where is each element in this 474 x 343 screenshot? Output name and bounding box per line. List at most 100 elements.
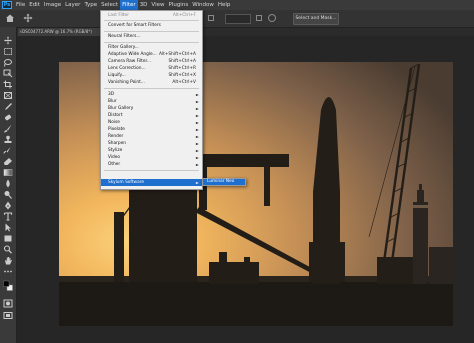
menu-item-label: Convert for Smart Filters bbox=[108, 23, 161, 28]
submenu-arrow-icon: ► bbox=[195, 127, 199, 132]
menu-item-skylum-software[interactable]: Skylum Software ► bbox=[101, 179, 202, 186]
menu-item-shortcut: Shift+Ctrl+R bbox=[168, 66, 196, 71]
menu-item-label: Render bbox=[108, 134, 124, 139]
move-tool-icon[interactable] bbox=[3, 36, 13, 45]
submenu-arrow-icon: ► bbox=[195, 120, 199, 125]
menu-filter[interactable]: Filter bbox=[120, 0, 138, 10]
frame-tool-icon[interactable] bbox=[3, 91, 13, 100]
submenu-arrow-icon: ► bbox=[195, 148, 199, 153]
menu-item-stylize[interactable]: Stylize ► bbox=[101, 147, 202, 154]
submenu-arrow-icon: ► bbox=[195, 141, 199, 146]
history-brush-icon[interactable] bbox=[3, 146, 13, 155]
menu-layer[interactable]: Layer bbox=[63, 0, 82, 10]
type-tool-icon[interactable] bbox=[3, 212, 13, 221]
menu-item-sharpen[interactable]: Sharpen ► bbox=[101, 140, 202, 147]
lasso-tool-icon[interactable] bbox=[3, 58, 13, 67]
submenu-arrow-icon: ► bbox=[195, 162, 199, 167]
menu-item-convert-smart-filters[interactable]: Convert for Smart Filters bbox=[101, 22, 202, 29]
menu-item-other[interactable]: Other ► bbox=[101, 161, 202, 168]
menu-item-blur[interactable]: Blur ► bbox=[101, 98, 202, 105]
menu-separator bbox=[104, 170, 199, 171]
filter-menu-dropdown: Last Filter Alt+Ctrl+F Convert for Smart… bbox=[100, 10, 203, 190]
menu-item-label: Noise bbox=[108, 120, 120, 125]
menu-item-liquify[interactable]: Liquify... Shift+Ctrl+X bbox=[101, 72, 202, 79]
more-tools-icon[interactable] bbox=[3, 267, 13, 276]
menu-help[interactable]: Help bbox=[216, 0, 233, 10]
submenu-arrow-icon: ► bbox=[195, 134, 199, 139]
transform-icon[interactable] bbox=[256, 15, 262, 21]
menu-item-luminar-neo[interactable]: Luminar Neo bbox=[203, 179, 245, 185]
menu-item-label: Adaptive Wide Angle... bbox=[108, 52, 157, 57]
menu-item-video[interactable]: Video ► bbox=[101, 154, 202, 161]
menu-item-shortcut: Alt+Shift+Ctrl+A bbox=[159, 52, 196, 57]
dodge-tool-icon[interactable] bbox=[3, 190, 13, 199]
menu-image[interactable]: Image bbox=[42, 0, 63, 10]
submenu-arrow-icon: ► bbox=[195, 113, 199, 118]
menu-item-3d[interactable]: 3D ► bbox=[101, 91, 202, 98]
submenu-arrow-icon: ► bbox=[195, 180, 199, 185]
quick-mask-icon[interactable] bbox=[3, 299, 13, 308]
document-tab[interactable]: × DSC04772.ARW @ 16.7% (RGB/8*) bbox=[18, 28, 100, 36]
menu-3d[interactable]: 3D bbox=[138, 0, 150, 10]
menu-item-vanishing-point[interactable]: Vanishing Point... Alt+Ctrl+V bbox=[101, 79, 202, 86]
gradient-tool-icon[interactable] bbox=[3, 168, 13, 177]
photoshop-logo-icon[interactable]: Ps bbox=[2, 1, 12, 9]
menu-item-label: Blur bbox=[108, 99, 117, 104]
eyedropper-tool-icon[interactable] bbox=[3, 102, 13, 111]
menu-item-filter-gallery[interactable]: Filter Gallery... bbox=[101, 44, 202, 51]
auto-select-dropdown[interactable] bbox=[225, 14, 251, 24]
menu-plugins[interactable]: Plugins bbox=[166, 0, 190, 10]
menu-item-label: Stylize bbox=[108, 148, 123, 153]
path-select-tool-icon[interactable] bbox=[3, 223, 13, 232]
menu-item-last-filter[interactable]: Last Filter Alt+Ctrl+F bbox=[101, 12, 202, 19]
menu-item-lens-correction[interactable]: Lens Correction... Shift+Ctrl+R bbox=[101, 65, 202, 72]
menu-select[interactable]: Select bbox=[99, 0, 120, 10]
gear-icon[interactable] bbox=[268, 14, 276, 22]
object-select-tool-icon[interactable] bbox=[3, 69, 13, 78]
screen-mode-icon[interactable] bbox=[3, 311, 13, 320]
eraser-tool-icon[interactable] bbox=[3, 157, 13, 166]
menu-item-adaptive-wide-angle[interactable]: Adaptive Wide Angle... Alt+Shift+Ctrl+A bbox=[101, 51, 202, 58]
menu-item-shortcut: Shift+Ctrl+A bbox=[168, 59, 196, 64]
color-swatches-icon[interactable] bbox=[3, 280, 13, 294]
options-bar: Select and Mask... bbox=[0, 10, 474, 28]
menu-item-shortcut: Alt+Ctrl+F bbox=[172, 13, 196, 18]
hand-tool-icon[interactable] bbox=[3, 256, 13, 265]
menu-item-camera-raw-filter[interactable]: Camera Raw Filter... Shift+Ctrl+A bbox=[101, 58, 202, 65]
close-tab-icon[interactable]: × bbox=[19, 28, 22, 36]
menu-item-label: Sharpen bbox=[108, 141, 126, 146]
menu-type[interactable]: Type bbox=[82, 0, 99, 10]
move-tool-icon[interactable] bbox=[23, 13, 33, 23]
marquee-tool-icon[interactable] bbox=[3, 47, 13, 56]
menu-item-label: Neural Filters... bbox=[108, 34, 141, 39]
submenu-arrow-icon: ► bbox=[195, 92, 199, 97]
align-icon[interactable] bbox=[208, 15, 214, 21]
crop-tool-icon[interactable] bbox=[3, 80, 13, 89]
menu-item-pixelate[interactable]: Pixelate ► bbox=[101, 126, 202, 133]
menu-item-distort[interactable]: Distort ► bbox=[101, 112, 202, 119]
menu-window[interactable]: Window bbox=[190, 0, 216, 10]
menu-item-render[interactable]: Render ► bbox=[101, 133, 202, 140]
menu-item-label: Video bbox=[108, 155, 121, 160]
home-icon[interactable] bbox=[5, 13, 15, 23]
menu-item-label: 3D bbox=[108, 92, 115, 97]
menu-item-noise[interactable]: Noise ► bbox=[101, 119, 202, 126]
healing-brush-icon[interactable] bbox=[3, 113, 13, 122]
menu-file[interactable]: File bbox=[14, 0, 27, 10]
menu-item-neural-filters[interactable]: Neural Filters... bbox=[101, 33, 202, 40]
tools-panel bbox=[0, 27, 17, 343]
zoom-tool-icon[interactable] bbox=[3, 245, 13, 254]
brush-tool-icon[interactable] bbox=[3, 124, 13, 133]
blur-tool-icon[interactable] bbox=[3, 179, 13, 188]
menu-item-blur-gallery[interactable]: Blur Gallery ► bbox=[101, 105, 202, 112]
menu-item-label: Skylum Software bbox=[108, 180, 145, 185]
select-and-mask-button[interactable]: Select and Mask... bbox=[293, 13, 339, 25]
menu-item-label: Pixelate bbox=[108, 127, 125, 132]
stamp-tool-icon[interactable] bbox=[3, 135, 13, 144]
menu-edit[interactable]: Edit bbox=[27, 0, 42, 10]
menu-item-shortcut: Shift+Ctrl+X bbox=[168, 73, 196, 78]
menu-item-label: Distort bbox=[108, 113, 123, 118]
menu-view[interactable]: View bbox=[149, 0, 166, 10]
rectangle-tool-icon[interactable] bbox=[3, 234, 13, 243]
pen-tool-icon[interactable] bbox=[3, 201, 13, 210]
